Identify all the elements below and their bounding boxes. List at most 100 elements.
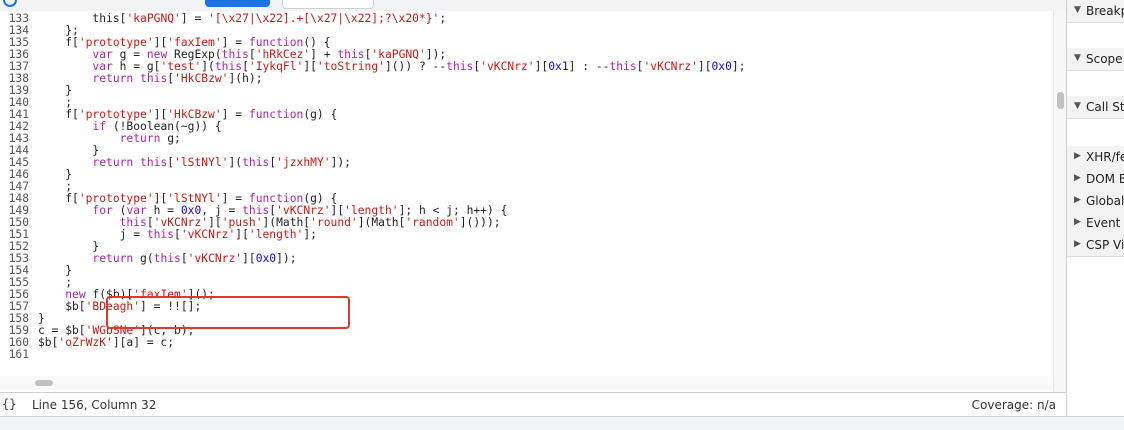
sidebar-section-label: XHR/fetch Breakpoints (1086, 150, 1124, 164)
code-token: this (609, 60, 637, 73)
code-token: ]; (731, 60, 746, 73)
code-line: 160 $b['oZrWzK'][a] = c; (0, 337, 1053, 349)
vertical-scrollbar[interactable] (1053, 11, 1067, 392)
line-number[interactable]: 161 (0, 349, 29, 361)
code-token: ; (439, 12, 447, 25)
toolbar-tab[interactable] (282, 0, 374, 9)
sidebar-section[interactable]: ▶ DOM Breakpoints (1067, 168, 1124, 191)
status-bar: {} Line 156, Column 32 Coverage: n/a (0, 392, 1066, 417)
code-token: return (92, 156, 134, 169)
code-token: this (146, 228, 175, 241)
code-token: ]; (303, 228, 317, 241)
toolbar-circle-icon[interactable] (3, 0, 17, 7)
code-token: 'vKCNrz' (187, 252, 243, 265)
code-token: 'HkCBzw' (174, 72, 229, 85)
code-token: g( (133, 252, 154, 265)
sidebar-section[interactable]: ▶ Global Listeners (1067, 190, 1124, 213)
code-token: ][a] = c; (112, 336, 175, 349)
code-token: ](Math[ (357, 216, 406, 229)
sidebar-section-label: CSP Violation Breakpoints (1086, 238, 1124, 252)
code-token: 'vKCNrz' (480, 60, 535, 73)
sidebar-section-label: Call Stack (1086, 100, 1124, 114)
code-text: return this['lStNYl'](this['jzxhMY']); (38, 157, 351, 169)
code-line: 154 } (0, 265, 1053, 277)
triangle-right-icon: ▶ (1074, 151, 1081, 161)
code-token: this (140, 156, 168, 169)
sidebar-section-label: Scope (1086, 52, 1123, 66)
code-token: this (242, 156, 270, 169)
horizontal-scroll-thumb[interactable] (35, 380, 53, 386)
code-token: 'vKCNrz' (180, 228, 236, 241)
code-token: ] = (221, 108, 249, 121)
code-token: ]); (330, 156, 351, 169)
code-token: 'round' (310, 216, 358, 229)
code-line: 146 } (0, 169, 1053, 181)
code-text: return g(this['vKCNrz'][0x0]); (38, 252, 297, 265)
bottom-strip (0, 416, 1124, 430)
code-token: $b[ (38, 300, 86, 313)
code-token: 'random' (405, 216, 460, 229)
code-token: ][ (534, 60, 549, 73)
pretty-print-icon[interactable]: {} (2, 397, 16, 411)
code-token: ](h); (228, 72, 263, 85)
code-token: ]( (228, 156, 243, 169)
code-token: ][ (242, 252, 256, 265)
code-line: 151 j = this['vKCNrz']['length']; (0, 229, 1053, 241)
toolbar-active-tab[interactable] (205, 0, 270, 7)
sidebar-section[interactable]: ▶ CSP Violation Breakpoints (1067, 234, 1124, 257)
cursor-position: Line 156, Column 32 (32, 398, 157, 412)
triangle-right-icon: ▶ (1074, 173, 1081, 183)
code-token: 'lStNYl' (174, 156, 229, 169)
code-token: 'oZrWzK' (58, 336, 113, 349)
triangle-down-icon: ▼ (1074, 5, 1081, 15)
code-line: 139 } (0, 85, 1053, 97)
sidebar-section[interactable]: ▼ Call Stack (1067, 96, 1124, 119)
code-token: ] = (180, 12, 209, 25)
triangle-right-icon: ▶ (1074, 217, 1081, 227)
triangle-right-icon: ▶ (1074, 195, 1081, 205)
triangle-down-icon: ▼ (1074, 101, 1081, 111)
code-token: g; (160, 132, 181, 145)
code-token: 'toString' (316, 60, 385, 73)
code-token: ]()) ? -- (384, 60, 447, 73)
code-token: 0x0 (711, 60, 732, 73)
horizontal-scrollbar[interactable] (0, 376, 1053, 390)
code-token: ][ (235, 228, 249, 241)
code-token: $b[ (38, 336, 59, 349)
code-token: ][ (303, 60, 317, 73)
code-token: this (446, 60, 474, 73)
code-line: 138 return this['HkCBzw'](h); (0, 73, 1053, 85)
sidebar-section-label: Global Listeners (1086, 194, 1124, 208)
code-line: 153 return g(this['vKCNrz'][0x0]); (0, 253, 1053, 265)
coverage-status: Coverage: n/a (971, 398, 1056, 412)
code-token: 0x0 (255, 252, 277, 265)
vertical-scroll-thumb[interactable] (1057, 92, 1064, 109)
triangle-down-icon: ▼ (1074, 53, 1081, 63)
sidebar-section-label: Event Listener Breakpoints (1086, 216, 1124, 230)
sidebar-section[interactable]: ▼ Scope (1067, 48, 1124, 71)
code-line: 143 return g; (0, 133, 1053, 145)
code-token: ]())); (459, 216, 501, 229)
code-token: '[\x27|\x22].+[\x27|\x22];?\x20*}' (208, 12, 440, 25)
highlight-box (106, 296, 350, 329)
code-line: 133 this['kaPGNQ'] = '[\x27|\x22].+[\x27… (0, 13, 1053, 25)
code-token: this (153, 252, 181, 265)
sidebar-section-label: Breakpoints (1086, 4, 1124, 18)
code-token: ] : -- (568, 60, 610, 73)
code-text: this['kaPGNQ'] = '[\x27|\x22].+[\x27|\x2… (38, 13, 446, 25)
code-token: return (92, 72, 134, 85)
code-token: return (119, 132, 161, 145)
code-token: 'vKCNrz' (643, 60, 698, 73)
sidebar-section[interactable]: ▶ Event Listener Breakpoints (1067, 212, 1124, 235)
code-text: $b['oZrWzK'][a] = c; (38, 337, 174, 349)
sidebar-section[interactable]: ▶ XHR/fetch Breakpoints (1067, 146, 1124, 169)
code-token: ]); (276, 252, 297, 265)
code-token: (g) { (303, 108, 338, 121)
debugger-sidebar: ▼ Breakpoints ▼ Scope ▼ Call Stack ▶ XHR/fetch … (1066, 0, 1124, 416)
code-line: 145 return this['lStNYl'](this['jzxhMY']… (0, 157, 1053, 169)
sidebar-section[interactable]: ▼ Breakpoints (1067, 0, 1124, 23)
code-line: 161 (0, 349, 1053, 361)
code-token: this[ (92, 12, 127, 25)
triangle-right-icon: ▶ (1074, 239, 1081, 249)
code-token: [ (180, 252, 188, 265)
